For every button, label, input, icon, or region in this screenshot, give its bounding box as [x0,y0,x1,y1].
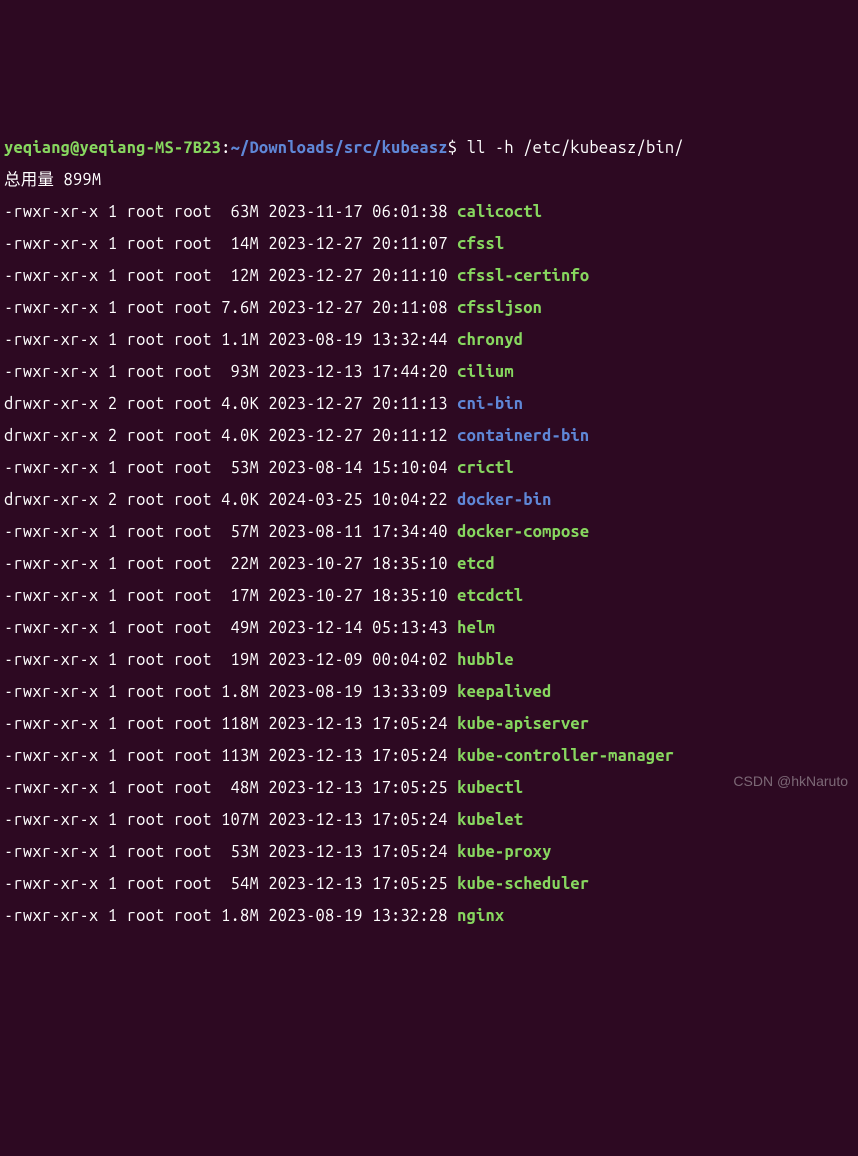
executable-name: kube-scheduler [457,875,589,893]
file-metadata: -rwxr-xr-x 1 root root 63M 2023-11-17 06… [4,203,457,221]
listing-row: -rwxr-xr-x 1 root root 7.6M 2023-12-27 2… [4,292,858,324]
file-metadata: -rwxr-xr-x 1 root root 113M 2023-12-13 1… [4,747,457,765]
command-text: ll -h /etc/kubeasz/bin/ [467,139,684,157]
executable-name: hubble [457,651,514,669]
file-metadata: -rwxr-xr-x 1 root root 118M 2023-12-13 1… [4,715,457,733]
listing-row: drwxr-xr-x 2 root root 4.0K 2023-12-27 2… [4,388,858,420]
executable-name: cfssl [457,235,504,253]
file-metadata: -rwxr-xr-x 1 root root 54M 2023-12-13 17… [4,875,457,893]
listing-row: -rwxr-xr-x 1 root root 14M 2023-12-27 20… [4,228,858,260]
listing-row: drwxr-xr-x 2 root root 4.0K 2023-12-27 2… [4,420,858,452]
executable-name: calicoctl [457,203,542,221]
file-metadata: -rwxr-xr-x 1 root root 53M 2023-12-13 17… [4,843,457,861]
file-metadata: -rwxr-xr-x 1 root root 93M 2023-12-13 17… [4,363,457,381]
file-metadata: -rwxr-xr-x 1 root root 7.6M 2023-12-27 2… [4,299,457,317]
file-metadata: -rwxr-xr-x 1 root root 1.8M 2023-08-19 1… [4,683,457,701]
file-metadata: -rwxr-xr-x 1 root root 12M 2023-12-27 20… [4,267,457,285]
executable-name: crictl [457,459,514,477]
prompt-line[interactable]: yeqiang@yeqiang-MS-7B23:~/Downloads/src/… [4,132,858,164]
executable-name: keepalived [457,683,551,701]
listing-row: -rwxr-xr-x 1 root root 93M 2023-12-13 17… [4,356,858,388]
listing-row: -rwxr-xr-x 1 root root 53M 2023-12-13 17… [4,836,858,868]
total-summary: 总用量 899M [4,164,858,196]
file-metadata: -rwxr-xr-x 1 root root 53M 2023-08-14 15… [4,459,457,477]
executable-name: etcd [457,555,495,573]
listing-row: -rwxr-xr-x 1 root root 113M 2023-12-13 1… [4,740,858,772]
listing-row: -rwxr-xr-x 1 root root 1.8M 2023-08-19 1… [4,900,858,932]
file-metadata: -rwxr-xr-x 1 root root 48M 2023-12-13 17… [4,779,457,797]
file-metadata: -rwxr-xr-x 1 root root 1.8M 2023-08-19 1… [4,907,457,925]
listing-row: -rwxr-xr-x 1 root root 53M 2023-08-14 15… [4,452,858,484]
executable-name: chronyd [457,331,523,349]
file-metadata: drwxr-xr-x 2 root root 4.0K 2023-12-27 2… [4,395,457,413]
listing-row: -rwxr-xr-x 1 root root 49M 2023-12-14 05… [4,612,858,644]
executable-name: nginx [457,907,504,925]
executable-name: helm [457,619,495,637]
executable-name: cfssljson [457,299,542,317]
listing-row: -rwxr-xr-x 1 root root 48M 2023-12-13 17… [4,772,858,804]
listing-row: -rwxr-xr-x 1 root root 1.8M 2023-08-19 1… [4,676,858,708]
watermark: CSDN @hkNaruto [733,768,848,795]
executable-name: kubectl [457,779,523,797]
listing-row: -rwxr-xr-x 1 root root 57M 2023-08-11 17… [4,516,858,548]
listing-row: -rwxr-xr-x 1 root root 54M 2023-12-13 17… [4,868,858,900]
executable-name: docker-compose [457,523,589,541]
listing-row: -rwxr-xr-x 1 root root 17M 2023-10-27 18… [4,580,858,612]
file-metadata: drwxr-xr-x 2 root root 4.0K 2024-03-25 1… [4,491,457,509]
listing-row: -rwxr-xr-x 1 root root 19M 2023-12-09 00… [4,644,858,676]
listing-row: -rwxr-xr-x 1 root root 118M 2023-12-13 1… [4,708,858,740]
file-metadata: -rwxr-xr-x 1 root root 107M 2023-12-13 1… [4,811,457,829]
listing-row: -rwxr-xr-x 1 root root 107M 2023-12-13 1… [4,804,858,836]
executable-name: kube-controller-manager [457,747,674,765]
directory-name: containerd-bin [457,427,589,445]
listing-row: -rwxr-xr-x 1 root root 22M 2023-10-27 18… [4,548,858,580]
file-metadata: -rwxr-xr-x 1 root root 14M 2023-12-27 20… [4,235,457,253]
listing-row: -rwxr-xr-x 1 root root 63M 2023-11-17 06… [4,196,858,228]
directory-name: cni-bin [457,395,523,413]
prompt-user-host: yeqiang@yeqiang-MS-7B23 [4,139,221,157]
listing-row: drwxr-xr-x 2 root root 4.0K 2024-03-25 1… [4,484,858,516]
executable-name: cilium [457,363,514,381]
directory-name: docker-bin [457,491,551,509]
file-metadata: -rwxr-xr-x 1 root root 17M 2023-10-27 18… [4,587,457,605]
file-metadata: -rwxr-xr-x 1 root root 57M 2023-08-11 17… [4,523,457,541]
executable-name: cfssl-certinfo [457,267,589,285]
file-metadata: -rwxr-xr-x 1 root root 22M 2023-10-27 18… [4,555,457,573]
executable-name: kube-proxy [457,843,551,861]
terminal-output[interactable]: yeqiang@yeqiang-MS-7B23:~/Downloads/src/… [4,132,858,932]
file-metadata: drwxr-xr-x 2 root root 4.0K 2023-12-27 2… [4,427,457,445]
file-metadata: -rwxr-xr-x 1 root root 49M 2023-12-14 05… [4,619,457,637]
prompt-dollar: $ [448,139,467,157]
prompt-colon: : [221,139,230,157]
file-metadata: -rwxr-xr-x 1 root root 19M 2023-12-09 00… [4,651,457,669]
executable-name: kube-apiserver [457,715,589,733]
file-metadata: -rwxr-xr-x 1 root root 1.1M 2023-08-19 1… [4,331,457,349]
executable-name: etcdctl [457,587,523,605]
executable-name: kubelet [457,811,523,829]
listing-row: -rwxr-xr-x 1 root root 1.1M 2023-08-19 1… [4,324,858,356]
listing-row: -rwxr-xr-x 1 root root 12M 2023-12-27 20… [4,260,858,292]
prompt-path: ~/Downloads/src/kubeasz [231,139,448,157]
